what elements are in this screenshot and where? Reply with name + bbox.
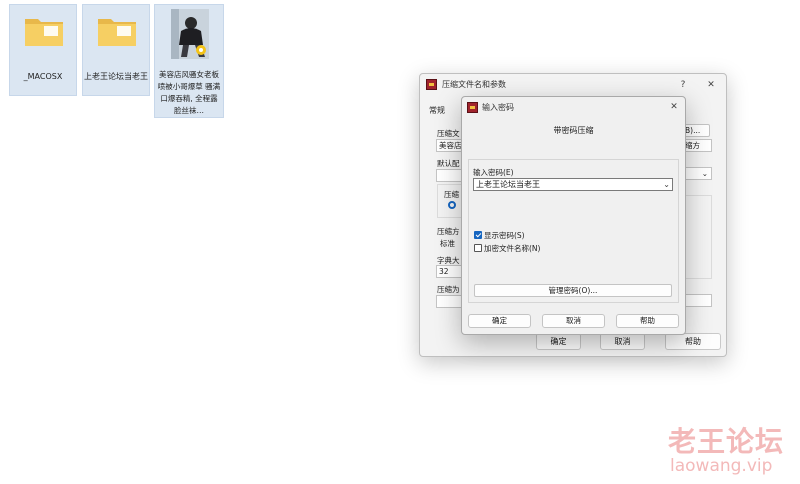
help-title-button[interactable]: ? xyxy=(676,78,690,92)
format-label: 压缩 xyxy=(444,190,459,199)
default-profile-field[interactable] xyxy=(436,169,464,182)
encrypt-filenames-checkbox[interactable] xyxy=(474,244,482,252)
folder-icon xyxy=(25,19,63,46)
split-field[interactable] xyxy=(436,295,462,308)
folder-icon xyxy=(98,19,136,46)
options-group xyxy=(682,195,712,279)
password-label: 输入密码(E) xyxy=(473,168,514,177)
split-label: 压缩为 xyxy=(437,285,460,294)
show-password-label: 显示密码(S) xyxy=(484,231,525,240)
password-value: 上老王论坛当老王 xyxy=(476,180,540,189)
encrypt-filenames-label: 加密文件名称(N) xyxy=(484,244,541,253)
dialog-title: 压缩文件名和参数 xyxy=(442,80,506,89)
show-password-checkbox[interactable] xyxy=(474,231,482,239)
back-cancel-button[interactable]: 取消 xyxy=(600,333,645,350)
help-button[interactable]: 帮助 xyxy=(616,314,679,328)
dict-field[interactable]: 32 xyxy=(436,265,462,278)
default-profile-label: 默认配 xyxy=(437,159,460,168)
winrar-icon xyxy=(426,79,437,90)
cancel-button[interactable]: 取消 xyxy=(542,314,605,328)
back-ok-button[interactable]: 确定 xyxy=(536,333,581,350)
folder-label: _MACOSX xyxy=(23,72,63,81)
profile-dropdown[interactable]: ⌄ xyxy=(682,167,712,180)
desktop-video-file[interactable]: 美容店风骚女老板喷被小哥爆草 骚满口爆吞精, 全程露脸丝袜… xyxy=(154,4,224,118)
manage-passwords-button[interactable]: 管理密码(O)... xyxy=(474,284,672,297)
watermark-url: laowang.vip xyxy=(670,456,773,476)
close-icon[interactable]: ✕ xyxy=(704,78,718,92)
title-bar: 压缩文件名和参数 ? ✕ xyxy=(420,74,726,96)
desktop-folder-macosx[interactable]: _MACOSX xyxy=(9,4,77,96)
tab-general[interactable]: 常规 xyxy=(429,105,445,116)
watermark-title: 老王论坛 xyxy=(668,425,785,458)
dialog-heading: 带密码压缩 xyxy=(553,126,594,135)
video-thumbnail xyxy=(171,9,209,59)
ok-button[interactable]: 确定 xyxy=(468,314,531,328)
browse-button[interactable]: B)... xyxy=(682,124,710,137)
method-label: 压缩方 xyxy=(437,227,460,236)
file-label: 美容店风骚女老板喷被小哥爆草 骚满口爆吞精, 全程露脸丝袜… xyxy=(157,70,221,115)
dialog-title: 输入密码 xyxy=(482,103,514,112)
archive-name-label: 压缩文 xyxy=(437,129,460,138)
winrar-icon xyxy=(467,102,478,113)
back-help-button[interactable]: 帮助 xyxy=(665,333,721,350)
password-set-field[interactable] xyxy=(682,294,712,307)
format-radio[interactable] xyxy=(448,201,456,209)
update-mode-select[interactable]: 缩方 xyxy=(682,139,712,152)
password-dialog: 输入密码 ✕ 带密码压缩 输入密码(E) 上老王论坛当老王 ⌄ 显示密码(S) … xyxy=(461,96,686,335)
password-combobox[interactable]: 上老王论坛当老王 ⌄ xyxy=(473,178,673,191)
folder-label: 上老王论坛当老王 xyxy=(84,72,148,81)
method-value[interactable]: 标准 xyxy=(440,238,455,249)
desktop-folder-laowang[interactable]: 上老王论坛当老王 xyxy=(82,4,150,96)
close-icon[interactable]: ✕ xyxy=(667,100,681,114)
chevron-down-icon[interactable]: ⌄ xyxy=(663,179,670,190)
